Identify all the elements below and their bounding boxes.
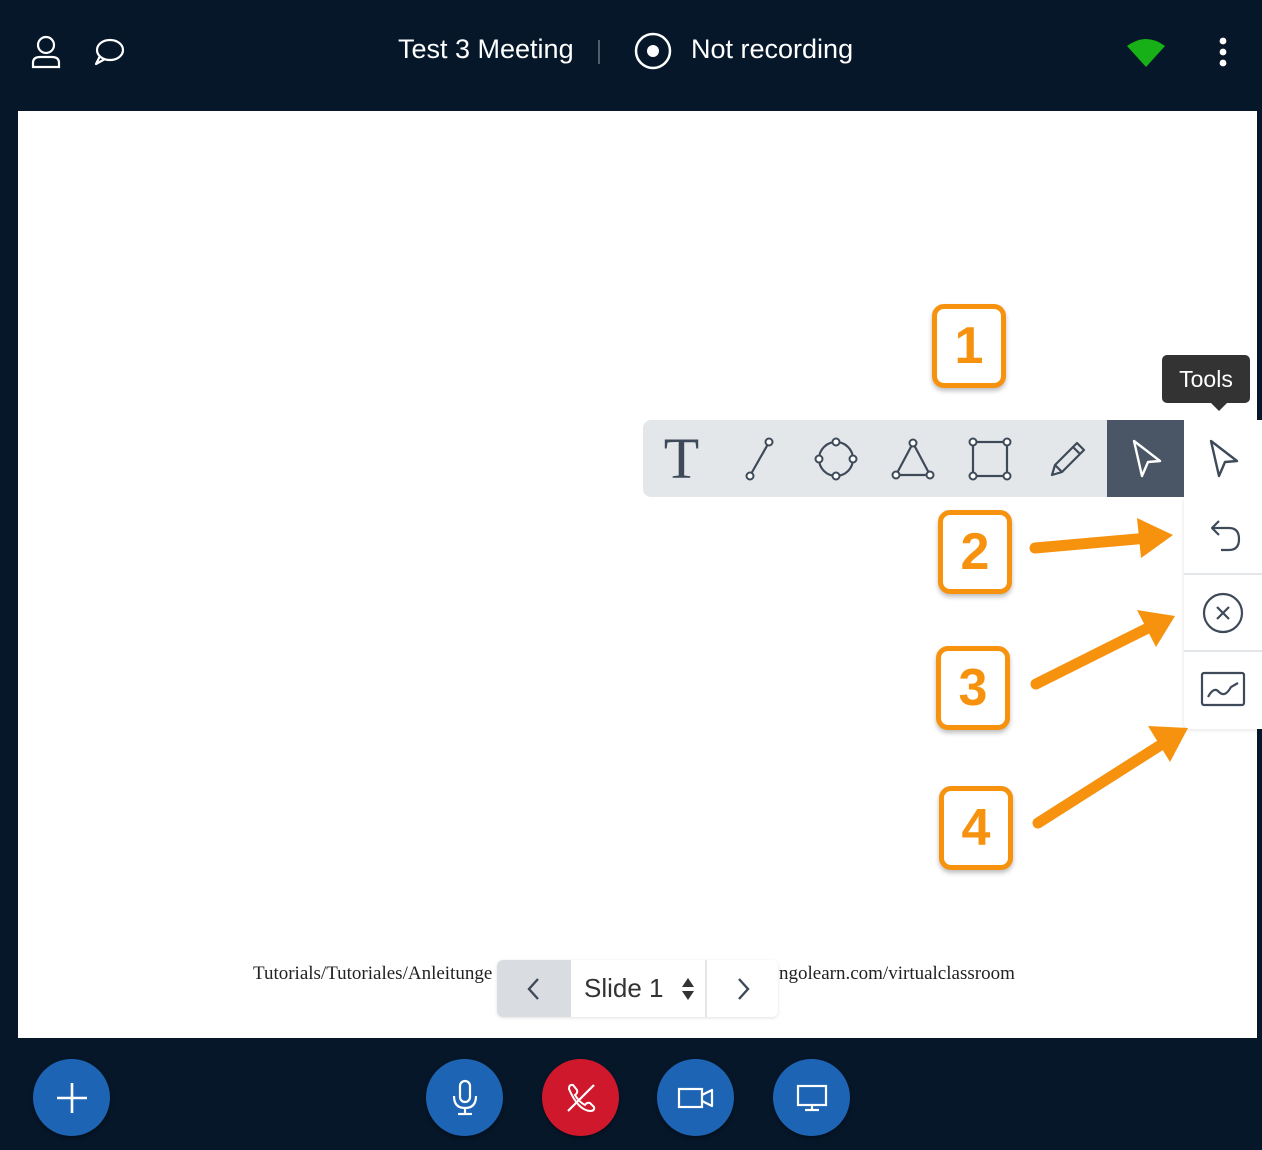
triangle-tool-icon: [891, 438, 934, 479]
undo-icon: [1210, 519, 1241, 551]
camera-icon: [677, 1087, 713, 1108]
whiteboard-chart-icon: [1200, 671, 1246, 706]
plus-icon: [56, 1082, 87, 1113]
camera-button[interactable]: [657, 1059, 734, 1136]
slide-navigation: Slide 1: [497, 960, 778, 1017]
title-separator: [598, 40, 600, 64]
microphone-button[interactable]: [426, 1059, 503, 1136]
screen-share-button[interactable]: [773, 1059, 850, 1136]
ellipse-tool-icon: [814, 437, 857, 480]
triangle-tool-button[interactable]: [874, 420, 951, 497]
tools-menu-button[interactable]: [1184, 420, 1262, 497]
multi-user-whiteboard-button[interactable]: [1184, 651, 1262, 728]
callout-1: 1: [932, 304, 1006, 388]
phone-hangup-icon: [566, 1083, 595, 1112]
callout-2: 2: [938, 510, 1012, 594]
line-tool-icon: [745, 437, 773, 480]
callout-4: 4: [939, 786, 1013, 870]
connection-status-icon: [1127, 39, 1165, 67]
microphone-icon: [452, 1079, 477, 1115]
select-arrows-icon: [682, 978, 694, 1000]
bottom-action-bar: [0, 1040, 1262, 1150]
pencil-tool-button[interactable]: [1028, 420, 1105, 497]
presentation-area[interactable]: [18, 111, 1257, 1038]
annotation-toolbar: T: [643, 420, 1262, 497]
leave-audio-button[interactable]: [542, 1059, 619, 1136]
chevron-left-icon: [527, 977, 539, 1000]
tools-tooltip: Tools: [1162, 355, 1250, 411]
slide-footer-text-left: Tutorials/Tutoriales/Anleitunge: [253, 963, 493, 984]
top-bar: Test 3 Meeting Not recording: [0, 0, 1262, 108]
next-slide-button[interactable]: [707, 960, 778, 1017]
record-icon: [634, 32, 672, 70]
screen-share-icon: [796, 1084, 827, 1111]
record-button[interactable]: [632, 30, 674, 72]
slide-select[interactable]: Slide 1: [571, 960, 707, 1017]
user-icon: [31, 35, 61, 69]
users-button[interactable]: [26, 32, 66, 72]
more-options-button[interactable]: [1208, 34, 1238, 70]
line-tool-button[interactable]: [720, 420, 797, 497]
callout-3: 3: [936, 646, 1010, 730]
pointer-tool-button[interactable]: [1107, 420, 1184, 497]
text-tool-icon: T: [663, 425, 700, 491]
pointer-icon: [1209, 439, 1239, 477]
slide-select-label: Slide 1: [584, 973, 664, 1003]
undo-annotation-button[interactable]: [1184, 497, 1262, 574]
clear-annotations-button[interactable]: [1184, 574, 1262, 651]
connection-status[interactable]: [1124, 34, 1168, 70]
text-tool-button[interactable]: T: [643, 420, 720, 497]
add-button[interactable]: [33, 1059, 110, 1136]
meeting-title: Test 3 Meeting: [398, 34, 574, 64]
annotation-actions-panel: [1184, 497, 1262, 729]
rectangle-tool-button[interactable]: [951, 420, 1028, 497]
chevron-right-icon: [737, 977, 750, 1000]
recording-status: Not recording: [691, 34, 854, 64]
pencil-tool-icon: [1050, 441, 1085, 476]
more-options-icon: [1219, 37, 1227, 67]
pointer-tool-icon: [1132, 439, 1161, 477]
slide-footer-text-right: ngolearn.com/virtualclassroom: [779, 963, 1015, 984]
ellipse-tool-button[interactable]: [797, 420, 874, 497]
chat-button[interactable]: [88, 32, 130, 72]
rectangle-tool-icon: [968, 437, 1011, 480]
previous-slide-button[interactable]: [497, 960, 571, 1017]
chat-icon: [94, 38, 125, 66]
close-circle-icon: [1202, 592, 1244, 633]
